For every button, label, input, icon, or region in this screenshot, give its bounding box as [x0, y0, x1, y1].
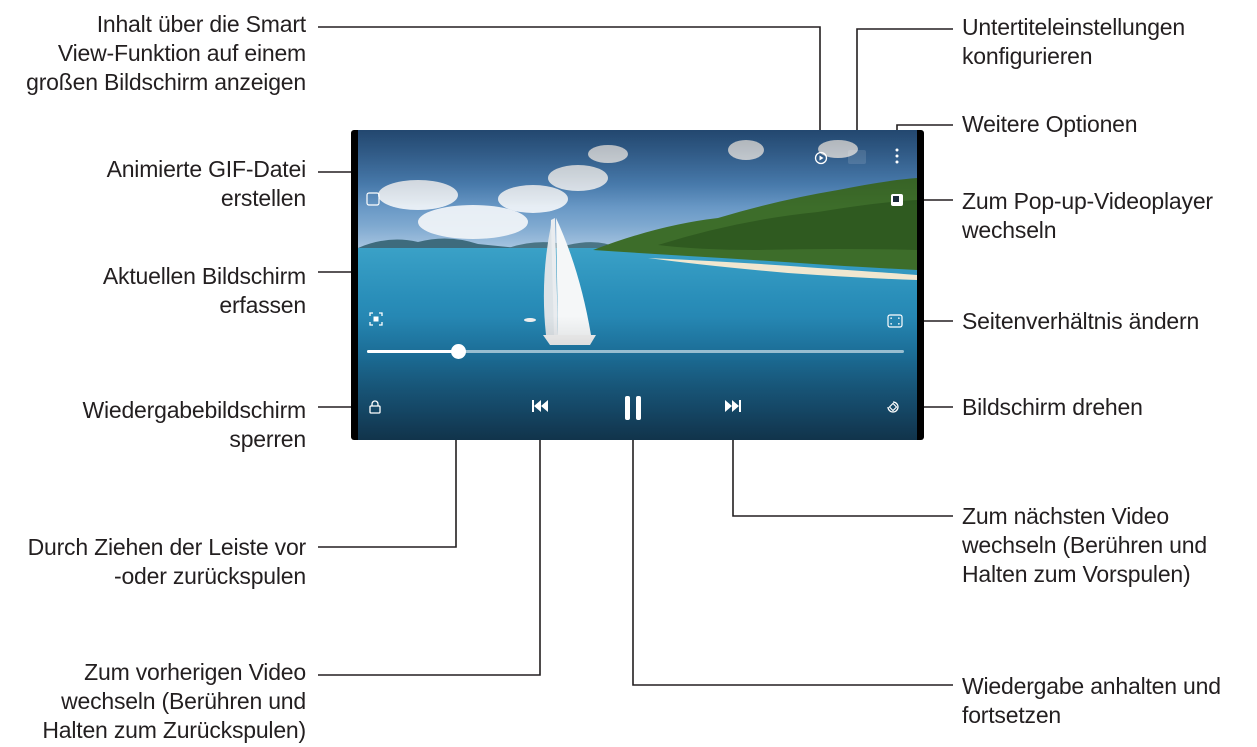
callout-pause: Wiedergabe anhalten und fortsetzen — [962, 673, 1221, 728]
callout-gif: Animierte GIF-Datei erstellen — [106, 156, 307, 211]
seek-bar-progress — [367, 350, 459, 353]
seek-bar[interactable] — [367, 344, 904, 359]
callout-rotate: Bildschirm drehen — [962, 394, 1143, 420]
subtitle-icon[interactable] — [848, 150, 866, 164]
callout-more-options: Weitere Optionen — [962, 111, 1138, 137]
popup-player-icon[interactable] — [890, 193, 904, 207]
callout-seek: Durch Ziehen der Leiste vor -oder zurück… — [27, 534, 307, 589]
next-icon[interactable] — [723, 398, 743, 414]
smart-view-leader — [318, 26, 821, 140]
callout-aspect-ratio: Seitenverhältnis ändern — [962, 308, 1200, 334]
callout-smart-view: Inhalt über die Smart View-Funktion auf … — [26, 11, 306, 95]
previous-leader — [318, 414, 541, 676]
lock-icon[interactable] — [367, 399, 383, 415]
smart-view-icon[interactable] — [812, 149, 830, 167]
rotate-icon[interactable] — [885, 399, 901, 415]
pause-leader — [632, 430, 953, 686]
previous-icon[interactable] — [530, 398, 550, 414]
callout-subtitles: Untertiteleinstellungen konfigurieren — [962, 14, 1185, 69]
callout-lock: Wiedergabebildschirm sperren — [82, 397, 306, 452]
callout-popup-player: Zum Pop-up-Videoplayer wechseln — [962, 188, 1213, 243]
callout-previous: Zum vorherigen Video wechseln (Berühren … — [42, 659, 306, 743]
pause-icon[interactable] — [621, 394, 645, 422]
more-options-icon[interactable] — [890, 146, 904, 166]
capture-icon[interactable] — [369, 312, 383, 326]
gif-icon[interactable] — [366, 192, 380, 206]
callout-next: Zum nächsten Video wechseln (Berühren un… — [962, 503, 1207, 587]
callout-capture: Aktuellen Bildschirm erfassen — [102, 263, 306, 318]
aspect-ratio-icon[interactable] — [887, 314, 903, 328]
